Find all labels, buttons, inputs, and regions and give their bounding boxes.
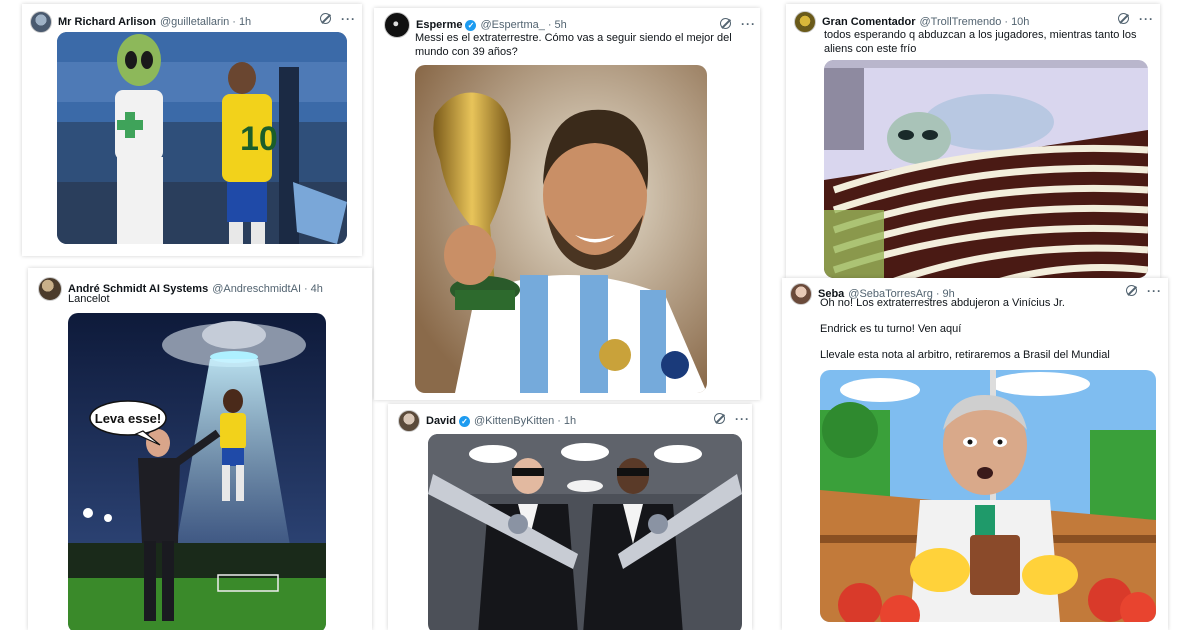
ufo-abduction-illustration-icon: Leva esse!	[68, 313, 326, 630]
author-handle[interactable]: @KittenByKitten	[474, 415, 554, 427]
tweet-paragraph: todos esperando q abduzcan a los jugador…	[824, 29, 1137, 55]
tweet-actions: ···	[714, 413, 750, 425]
tweet-paragraph: Llevale esta nota al arbitro, retiraremo…	[820, 349, 1110, 361]
grok-icon[interactable]	[720, 18, 731, 29]
author-handle[interactable]: @TrollTremendo	[920, 16, 1002, 28]
tweet-card[interactable]: André Schmidt AI Systems @AndreschmidtAI…	[28, 268, 372, 630]
tweet-paragraph: Lancelot	[68, 293, 110, 305]
avatar[interactable]	[794, 11, 816, 33]
tweet-paragraph: Endrick es tu turno! Ven aquí	[820, 323, 962, 335]
avatar[interactable]	[38, 277, 62, 301]
verified-badge-icon: ✓	[458, 415, 470, 427]
tweet-paragraph: Oh no! Los extraterrestres abdujeron a V…	[820, 297, 1065, 309]
timestamp[interactable]: 1h	[239, 16, 251, 28]
tweet-paragraph: Messi es el extraterrestre. Cómo vas a s…	[415, 32, 732, 58]
more-options-icon[interactable]: ···	[341, 13, 356, 25]
more-options-icon[interactable]: ···	[1147, 285, 1162, 297]
tweet-actions: ···	[1126, 285, 1162, 297]
alien-neymar-photo-icon: 10	[57, 32, 347, 244]
tweet-card[interactable]: Seba @SebaTorresArg · 9h ··· Oh no! Los …	[782, 278, 1168, 630]
separator-dot: ·	[557, 415, 561, 427]
simpsons-cartoon-meme-icon	[820, 370, 1156, 622]
grok-icon[interactable]	[1118, 13, 1129, 24]
tweet-media[interactable]	[428, 434, 742, 630]
avatar[interactable]	[30, 11, 52, 33]
avatar[interactable]	[398, 410, 420, 432]
tweet-header: David ✓ @KittenByKitten · 1h	[398, 409, 576, 433]
speech-bubble-text: Leva esse!	[95, 411, 162, 426]
tweet-actions: ···	[320, 13, 356, 25]
author-name[interactable]: David	[426, 415, 456, 427]
timestamp[interactable]: 1h	[564, 415, 576, 427]
tweet-header: Mr Richard Arlison @guilletallarin · 1h	[30, 10, 251, 34]
grok-icon[interactable]	[320, 13, 331, 24]
tweet-media[interactable]: 10	[57, 32, 347, 244]
alien-in-bed-photo-icon	[824, 60, 1148, 278]
grok-icon[interactable]	[714, 413, 725, 424]
messi-world-cup-photo-icon	[415, 65, 707, 393]
tweet-card[interactable]: Esperme ✓ @Espertma_ · 5h ··· Messi es e…	[374, 8, 760, 400]
author-name[interactable]: Gran Comentador	[822, 16, 916, 28]
tweet-card[interactable]: Mr Richard Arlison @guilletallarin · 1h …	[22, 4, 362, 256]
svg-text:10: 10	[240, 120, 278, 158]
separator-dot: ·	[1004, 16, 1009, 28]
tweet-media[interactable]	[824, 60, 1148, 278]
separator-dot: ·	[547, 19, 552, 31]
tweet-media[interactable]	[820, 370, 1156, 622]
tweet-card[interactable]: Gran Comentador @TrollTremendo · 10h ···…	[786, 4, 1160, 278]
more-options-icon[interactable]: ···	[741, 18, 756, 30]
verified-badge-icon: ✓	[465, 19, 477, 31]
more-options-icon[interactable]: ···	[735, 413, 750, 425]
tweet-actions: ···	[1118, 13, 1154, 25]
separator-dot: ·	[232, 16, 236, 28]
tweet-media[interactable]	[415, 65, 707, 393]
men-in-black-photo-icon	[428, 434, 742, 630]
tweet-media[interactable]: Leva esse!	[68, 313, 326, 630]
avatar[interactable]	[384, 12, 410, 38]
more-options-icon[interactable]: ···	[1139, 13, 1154, 25]
author-name[interactable]: Esperme	[416, 19, 462, 31]
avatar[interactable]	[790, 283, 812, 305]
author-handle[interactable]: @guilletallarin	[160, 16, 229, 28]
tweet-actions: ···	[720, 18, 756, 30]
tweet-text: Oh no! Los extraterrestres abdujeron a V…	[820, 296, 1160, 374]
timestamp[interactable]: 10h	[1011, 16, 1029, 28]
author-handle[interactable]: @Espertma_	[480, 19, 544, 31]
timestamp[interactable]: 5h	[555, 19, 567, 31]
grok-icon[interactable]	[1126, 285, 1137, 296]
tweet-card[interactable]: David ✓ @KittenByKitten · 1h ···	[388, 404, 752, 630]
author-name[interactable]: Mr Richard Arlison	[58, 16, 156, 28]
